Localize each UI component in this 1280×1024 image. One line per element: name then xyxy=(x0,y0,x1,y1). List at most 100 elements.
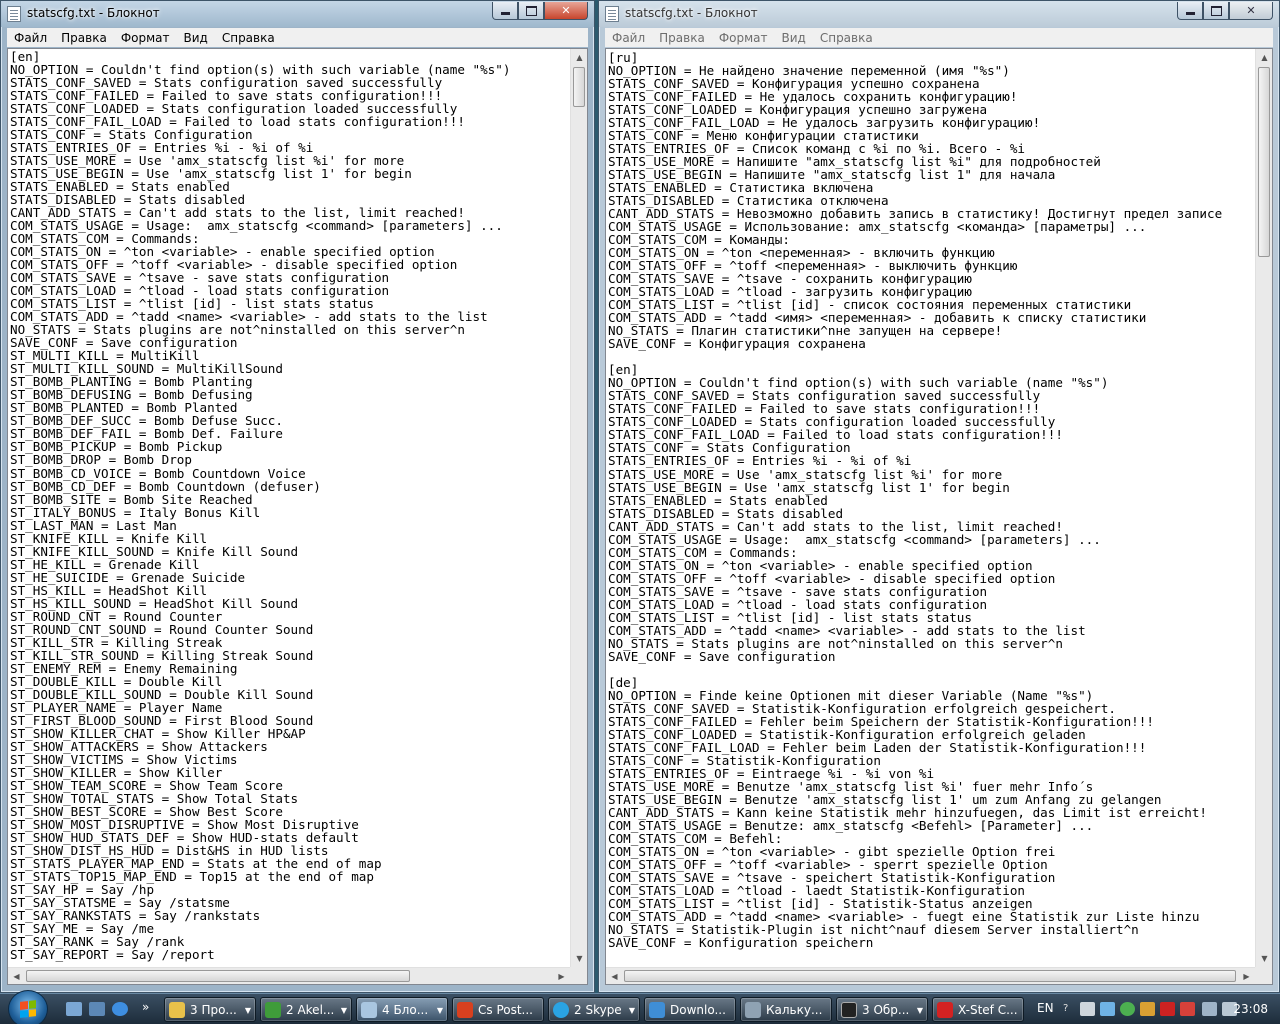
chevron-down-icon: ▼ xyxy=(340,1006,347,1015)
taskbar-button-console[interactable]: 3 Обр... ▼ xyxy=(836,997,928,1022)
show-desktop-icon[interactable] xyxy=(66,1002,82,1016)
title-bar[interactable]: statscfg.txt - Блокнот ✕ xyxy=(599,1,1279,27)
chevron-down-icon: ▼ xyxy=(244,1006,251,1015)
window-controls: ✕ xyxy=(492,2,588,20)
close-button[interactable]: ✕ xyxy=(1229,2,1273,20)
notepad-window-left[interactable]: statscfg.txt - Блокнот ✕ Файл Правка Фор… xyxy=(0,0,595,993)
notepad-icon xyxy=(361,1001,377,1018)
menu-bar: Файл Правка Формат Вид Справка xyxy=(7,28,588,47)
akelpad-icon xyxy=(265,1001,281,1018)
window-title: statscfg.txt - Блокнот xyxy=(625,6,758,20)
taskbar-button-skype[interactable]: 2 Skype ▼ xyxy=(548,997,640,1022)
horizontal-scroll-thumb[interactable] xyxy=(26,970,410,982)
scroll-right-icon[interactable]: ▶ xyxy=(1238,968,1255,985)
skype-tray-icon[interactable] xyxy=(1120,1002,1135,1016)
console-icon xyxy=(841,1001,857,1018)
vertical-scroll-thumb[interactable] xyxy=(573,67,585,107)
menu-view[interactable]: Вид xyxy=(177,31,215,45)
quick-launch-more-icon[interactable]: » xyxy=(142,1000,149,1014)
clock[interactable]: 23:08 xyxy=(1233,1002,1268,1016)
menu-edit[interactable]: Правка xyxy=(54,31,114,45)
minimize-button[interactable] xyxy=(1177,2,1203,20)
menu-bar: Файл Правка Формат Вид Справка xyxy=(605,28,1273,47)
close-button[interactable]: ✕ xyxy=(544,2,588,20)
taskbar-button-label: 3 Обр... xyxy=(862,1002,910,1017)
chevron-down-icon: ▼ xyxy=(436,1006,443,1015)
scroll-up-icon[interactable]: ▲ xyxy=(1256,49,1273,66)
chevron-down-icon: ▼ xyxy=(916,1006,923,1015)
language-tray-icon[interactable] xyxy=(1180,1002,1195,1016)
tray-app-icon[interactable] xyxy=(1140,1002,1155,1016)
taskbar-button-label: 4 Бло... xyxy=(382,1002,429,1017)
window-switch-icon[interactable] xyxy=(89,1002,105,1016)
tray-alert-icon[interactable] xyxy=(1160,1002,1175,1016)
internet-explorer-icon[interactable] xyxy=(112,1002,128,1016)
menu-format[interactable]: Формат xyxy=(114,31,177,45)
menu-help[interactable]: Справка xyxy=(813,31,880,45)
xstef-icon xyxy=(937,1001,953,1018)
text-editor[interactable]: [en] NO_OPTION = Couldn't find option(s)… xyxy=(7,48,588,985)
size-grip[interactable] xyxy=(570,967,587,984)
window-title: statscfg.txt - Блокнот xyxy=(27,6,160,20)
start-button[interactable] xyxy=(8,990,48,1024)
taskbar-button-label: Downlo... xyxy=(670,1002,726,1017)
network-icon[interactable] xyxy=(1100,1002,1115,1016)
size-grip[interactable] xyxy=(1255,967,1272,984)
maximize-button[interactable] xyxy=(518,2,544,20)
scroll-down-icon[interactable]: ▼ xyxy=(571,950,588,967)
taskbar-button-akelpad[interactable]: 2 Akel... ▼ xyxy=(260,997,352,1022)
taskbar-button-calculator[interactable]: Кальку... xyxy=(740,997,832,1022)
horizontal-scrollbar[interactable]: ◀ ▶ xyxy=(606,967,1255,984)
folder-icon xyxy=(169,1001,185,1018)
scroll-down-icon[interactable]: ▼ xyxy=(1256,950,1273,967)
download-icon xyxy=(649,1001,665,1018)
taskbar-button-cs-post[interactable]: Cs Post... xyxy=(452,997,544,1022)
firefox-icon xyxy=(457,1001,473,1018)
editor-text[interactable]: [ru] NO_OPTION = Не найдено значение пер… xyxy=(608,51,1253,965)
vertical-scrollbar[interactable]: ▲ ▼ xyxy=(570,49,587,967)
taskbar-button-label: 2 Skype xyxy=(574,1002,622,1017)
keyboard-icon[interactable] xyxy=(1080,1002,1095,1016)
taskbar-button-label: Кальку... xyxy=(766,1002,823,1017)
taskbar-button-notepad[interactable]: 4 Бло... ▼ xyxy=(356,997,448,1022)
language-indicator[interactable]: EN xyxy=(1037,1001,1054,1015)
scroll-right-icon[interactable]: ▶ xyxy=(553,968,570,985)
skype-icon xyxy=(553,1001,569,1018)
notepad-window-right[interactable]: statscfg.txt - Блокнот ✕ Файл Правка Фор… xyxy=(598,0,1280,993)
taskbar-button-downloads[interactable]: Downlo... xyxy=(644,997,736,1022)
taskbar: » 3 Про... ▼ 2 Akel... ▼ 4 Бло... ▼ Cs P… xyxy=(0,990,1280,1024)
editor-text[interactable]: [en] NO_OPTION = Couldn't find option(s)… xyxy=(10,50,568,965)
help-icon[interactable]: ? xyxy=(1063,1003,1068,1014)
title-bar[interactable]: statscfg.txt - Блокнот ✕ xyxy=(1,1,594,27)
menu-file[interactable]: Файл xyxy=(605,31,652,45)
text-editor[interactable]: [ru] NO_OPTION = Не найдено значение пер… xyxy=(605,48,1273,985)
system-tray: EN ? 23:08 xyxy=(1030,994,1280,1024)
scroll-left-icon[interactable]: ◀ xyxy=(8,968,25,985)
menu-view[interactable]: Вид xyxy=(775,31,813,45)
scroll-left-icon[interactable]: ◀ xyxy=(606,968,623,985)
maximize-button[interactable] xyxy=(1203,2,1229,20)
notepad-icon xyxy=(7,6,21,22)
taskbar-button-label: X-Stef C... xyxy=(958,1002,1018,1017)
vertical-scrollbar[interactable]: ▲ ▼ xyxy=(1255,49,1272,967)
windows-logo-icon xyxy=(20,1000,36,1018)
menu-edit[interactable]: Правка xyxy=(652,31,712,45)
horizontal-scrollbar[interactable]: ◀ ▶ xyxy=(8,967,570,984)
notepad-icon xyxy=(605,6,619,22)
taskbar-button-xstef[interactable]: X-Stef C... xyxy=(932,997,1024,1022)
window-controls: ✕ xyxy=(1177,2,1273,20)
network-tray-icon[interactable] xyxy=(1202,1002,1217,1016)
menu-file[interactable]: Файл xyxy=(7,31,54,45)
menu-help[interactable]: Справка xyxy=(215,31,282,45)
taskbar-button-label: 2 Akel... xyxy=(286,1002,335,1017)
taskbar-button-explorer[interactable]: 3 Про... ▼ xyxy=(164,997,256,1022)
scroll-up-icon[interactable]: ▲ xyxy=(571,49,588,66)
calculator-icon xyxy=(745,1001,761,1018)
taskbar-button-label: Cs Post... xyxy=(478,1002,533,1017)
minimize-button[interactable] xyxy=(492,2,518,20)
vertical-scroll-thumb[interactable] xyxy=(1258,67,1270,257)
horizontal-scroll-thumb[interactable] xyxy=(624,970,1236,982)
taskbar-button-label: 3 Про... xyxy=(190,1002,237,1017)
menu-format[interactable]: Формат xyxy=(712,31,775,45)
chevron-down-icon: ▼ xyxy=(628,1006,635,1015)
